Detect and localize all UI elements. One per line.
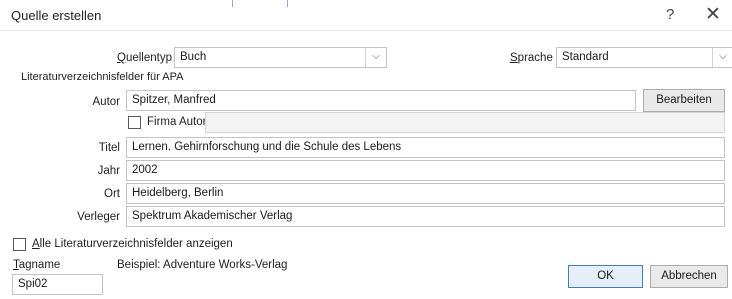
cancel-button-label: Abbrechen <box>661 270 717 282</box>
source-type-select[interactable]: Buch ⌵ <box>174 47 387 68</box>
corporate-author-checkbox[interactable] <box>128 116 141 129</box>
edit-button[interactable]: Bearbeiten <box>643 89 725 112</box>
city-label: Ort <box>104 188 120 200</box>
dialog-title: Quelle erstellen <box>11 8 102 23</box>
language-select[interactable]: Standard ⌵ <box>556 47 732 68</box>
title-label: Titel <box>98 142 120 154</box>
help-icon[interactable]: ? <box>666 6 674 23</box>
title-bar: Quelle erstellen ? ✕ <box>0 0 732 31</box>
ok-button-label: OK <box>597 270 614 282</box>
year-input[interactable]: 2002 <box>126 160 725 181</box>
publisher-value: Spektrum Akademischer Verlag <box>132 210 293 222</box>
publisher-input[interactable]: Spektrum Akademischer Verlag <box>126 206 725 227</box>
edit-button-label: Bearbeiten <box>656 94 712 106</box>
source-type-label: Quellentyp <box>117 52 172 64</box>
city-value: Heidelberg, Berlin <box>132 187 224 199</box>
publisher-label: Verleger <box>77 211 120 223</box>
title-input[interactable]: Lernen. Gehirnforschung und die Schule d… <box>126 137 725 158</box>
title-value: Lernen. Gehirnforschung und die Schule d… <box>132 141 402 153</box>
corporate-author-label: Firma Autor <box>147 116 207 128</box>
tag-example: Beispiel: Adventure Works-Verlag <box>117 259 288 271</box>
language-value: Standard <box>562 51 609 63</box>
language-label: Sprache <box>510 52 553 64</box>
show-all-fields-checkbox[interactable] <box>13 238 26 251</box>
year-value: 2002 <box>132 164 158 176</box>
tag-name-value: Spi02 <box>18 278 48 290</box>
corporate-author-input[interactable] <box>205 112 725 133</box>
chevron-down-icon[interactable]: ⌵ <box>365 48 386 67</box>
author-label: Autor <box>92 96 121 108</box>
author-input[interactable]: Spitzer, Manfred <box>126 90 636 111</box>
close-icon[interactable]: ✕ <box>705 3 721 26</box>
year-label: Jahr <box>97 165 120 177</box>
create-source-dialog: Quelle erstellen ? ✕ Quellentyp Buch ⌵ S… <box>0 0 732 299</box>
author-value: Spitzer, Manfred <box>132 94 216 106</box>
cancel-button[interactable]: Abbrechen <box>650 265 728 288</box>
show-all-fields-label: Alle Literaturverzeichnisfelder anzeigen <box>32 238 233 250</box>
section-label: Literaturverzeichnisfelder für APA <box>21 71 184 83</box>
tag-name-input[interactable]: Spi02 <box>12 274 103 295</box>
source-type-value: Buch <box>180 51 207 63</box>
tag-name-label: Tagname <box>13 259 61 271</box>
city-input[interactable]: Heidelberg, Berlin <box>126 183 725 204</box>
chevron-down-icon[interactable]: ⌵ <box>712 48 732 67</box>
ok-button[interactable]: OK <box>568 265 643 288</box>
